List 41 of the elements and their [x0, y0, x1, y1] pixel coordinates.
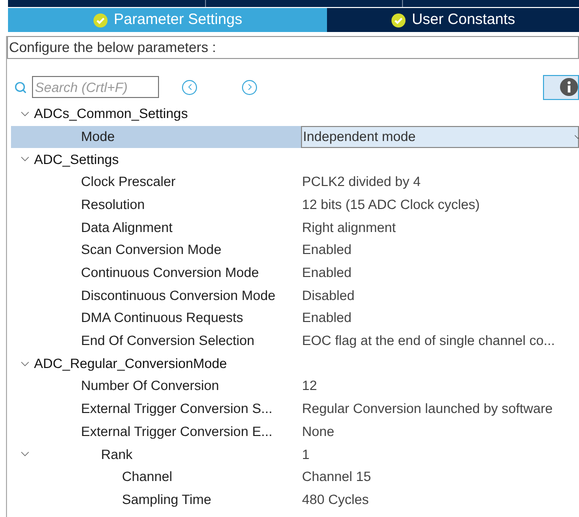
parameter-value: Disabled [301, 286, 355, 305]
parameter-value: 12 [301, 377, 318, 396]
parameter-name[interactable]: Discontinuous Conversion Mode [7, 284, 301, 308]
parameter-value: None [301, 422, 334, 441]
configure-header: Configure the below parameters : [7, 36, 579, 59]
parameter-name[interactable]: Channel [7, 466, 301, 489]
parameter-value: Regular Conversion launched by software [301, 400, 553, 418]
value-dropdown[interactable]: Independent mode [301, 126, 579, 148]
parameter-value: 1 [301, 446, 310, 464]
parameter-name[interactable]: Data Alignment [7, 216, 301, 240]
parameter-name[interactable]: External Trigger Conversion E... [7, 420, 301, 444]
parameter-name[interactable]: External Trigger Conversion S... [7, 398, 301, 421]
parameter-name[interactable]: Resolution [7, 194, 301, 216]
parameter-name[interactable]: Clock Prescaler [7, 171, 301, 194]
parameter-name[interactable]: Scan Conversion Mode [7, 239, 301, 262]
previous-icon[interactable] [182, 80, 197, 94]
parameter-value: Enabled [301, 309, 352, 328]
parameter-name[interactable]: Number Of Conversion [7, 375, 301, 398]
tab[interactable]: User Constants [327, 8, 579, 32]
info-button[interactable] [543, 74, 579, 100]
next-icon[interactable] [242, 80, 257, 94]
info-icon [560, 78, 578, 96]
search-field[interactable]: Search (Crtl+F) [32, 76, 159, 98]
parameter-name[interactable]: Continuous Conversion Mode [7, 262, 301, 284]
parameter-name[interactable]: DMA Continuous Requests [7, 307, 301, 330]
group-label: ADC_Regular_ConversionMode [34, 354, 227, 373]
parameter-name[interactable]: End Of Conversion Selection [7, 330, 301, 353]
parameter-value: Enabled [301, 241, 352, 260]
parameter-value: Enabled [301, 264, 352, 282]
parameter-name[interactable]: Sampling Time [7, 488, 301, 512]
parameter-name[interactable]: Mode [11, 126, 301, 148]
parameter-value: Right alignment [301, 218, 396, 237]
parameter-name[interactable]: Rank [7, 443, 301, 466]
parameter-value: 12 bits (15 ADC Clock cycles) [301, 196, 480, 214]
group-label: ADC_Settings [34, 150, 119, 169]
group-label: ADCs_Common_Settings [34, 105, 188, 124]
parameter-value: PCLK2 divided by 4 [301, 173, 421, 192]
parameter-value: 480 Cycles [301, 490, 369, 509]
search-icon [14, 80, 27, 94]
parameter-value: Channel 15 [301, 468, 372, 486]
parameter-value: EOC flag at the end of single channel co... [301, 332, 555, 350]
